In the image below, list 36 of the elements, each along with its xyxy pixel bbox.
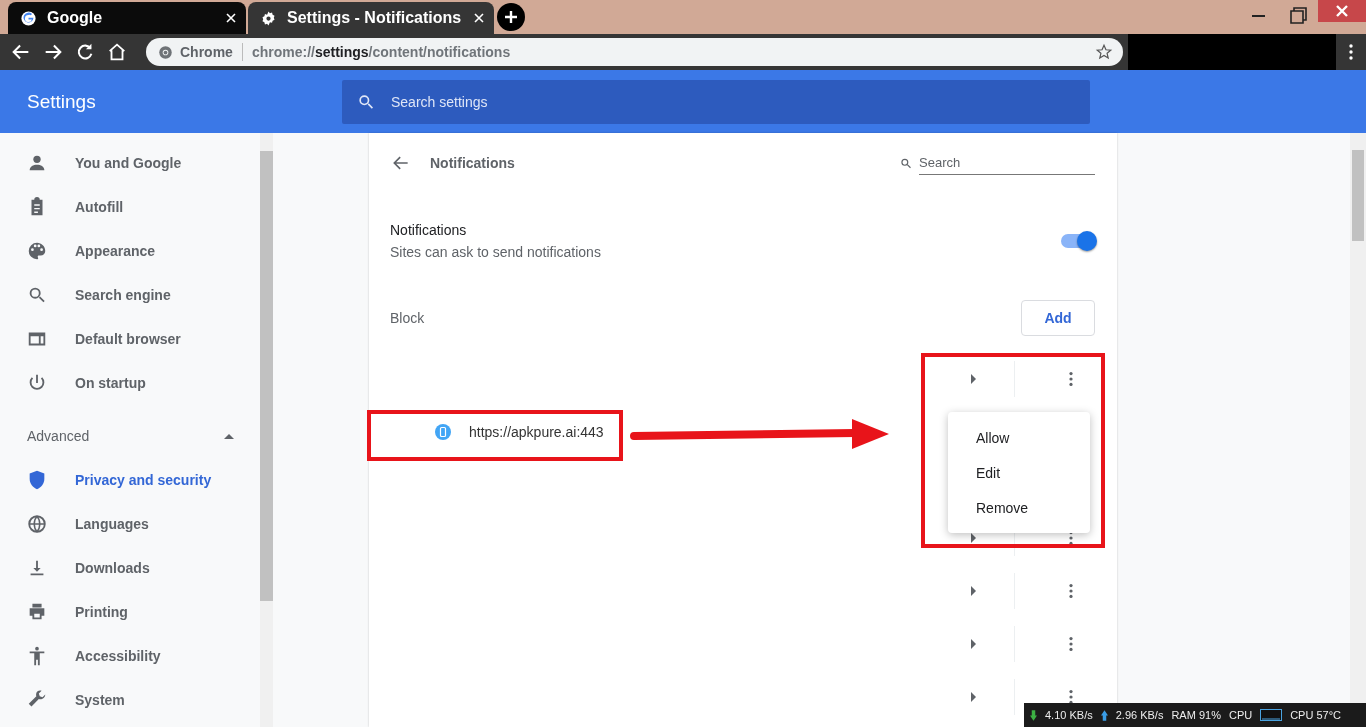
- sidebar-item[interactable]: Accessibility: [0, 634, 260, 678]
- setting-title: Notifications: [390, 222, 468, 238]
- tab-title: Google: [47, 9, 104, 27]
- sidebar-item[interactable]: On startup: [0, 361, 260, 405]
- sidebar-item[interactable]: Default browser: [0, 317, 260, 361]
- cpu-label: CPU: [1228, 709, 1253, 721]
- sidebar-item[interactable]: Search engine: [0, 273, 260, 317]
- sidebar-item[interactable]: Appearance: [0, 229, 260, 273]
- sidebar-item[interactable]: Downloads: [0, 546, 260, 590]
- page-title: Notifications: [430, 155, 516, 171]
- menu-item[interactable]: Edit: [948, 455, 1090, 490]
- add-button[interactable]: Add: [1021, 300, 1095, 336]
- menu-item[interactable]: Remove: [948, 490, 1090, 525]
- address-bar[interactable]: Chrome chrome://settings/content/notifications: [146, 38, 1123, 66]
- browser-tab[interactable]: Google: [8, 2, 246, 34]
- sidebar-item[interactable]: Languages: [0, 502, 260, 546]
- header-title: Settings: [26, 90, 97, 113]
- upload-speed: 2.96 KB/s: [1115, 709, 1164, 721]
- advanced-section-toggle[interactable]: Advanced: [0, 414, 260, 458]
- tab-title: Settings - Notifications: [287, 9, 463, 27]
- download-speed: 4.10 KB/s: [1045, 709, 1093, 721]
- sidebar-item[interactable]: System: [0, 678, 260, 722]
- sidebar-item[interactable]: Privacy and security: [0, 458, 260, 502]
- sidebar-item[interactable]: Printing: [0, 590, 260, 634]
- section-label: Block: [390, 310, 425, 326]
- menu-item[interactable]: Allow: [948, 420, 1090, 455]
- search-field[interactable]: Search settings: [342, 79, 1090, 124]
- url-text: chrome://settings/content/notifications: [251, 44, 512, 60]
- site-label: Chrome: [180, 44, 233, 60]
- sidebar-item[interactable]: Autofill: [0, 185, 260, 229]
- sidebar-item[interactable]: You and Google: [0, 141, 260, 185]
- cpu-temperature: CPU 57°C: [1290, 709, 1342, 721]
- site-url: https://apkpure.ai:443: [469, 423, 604, 440]
- setting-description: Sites can ask to send notifications: [390, 244, 602, 260]
- browser-tab[interactable]: Settings - Notifications: [248, 2, 494, 34]
- ram-usage: RAM 91%: [1171, 709, 1221, 721]
